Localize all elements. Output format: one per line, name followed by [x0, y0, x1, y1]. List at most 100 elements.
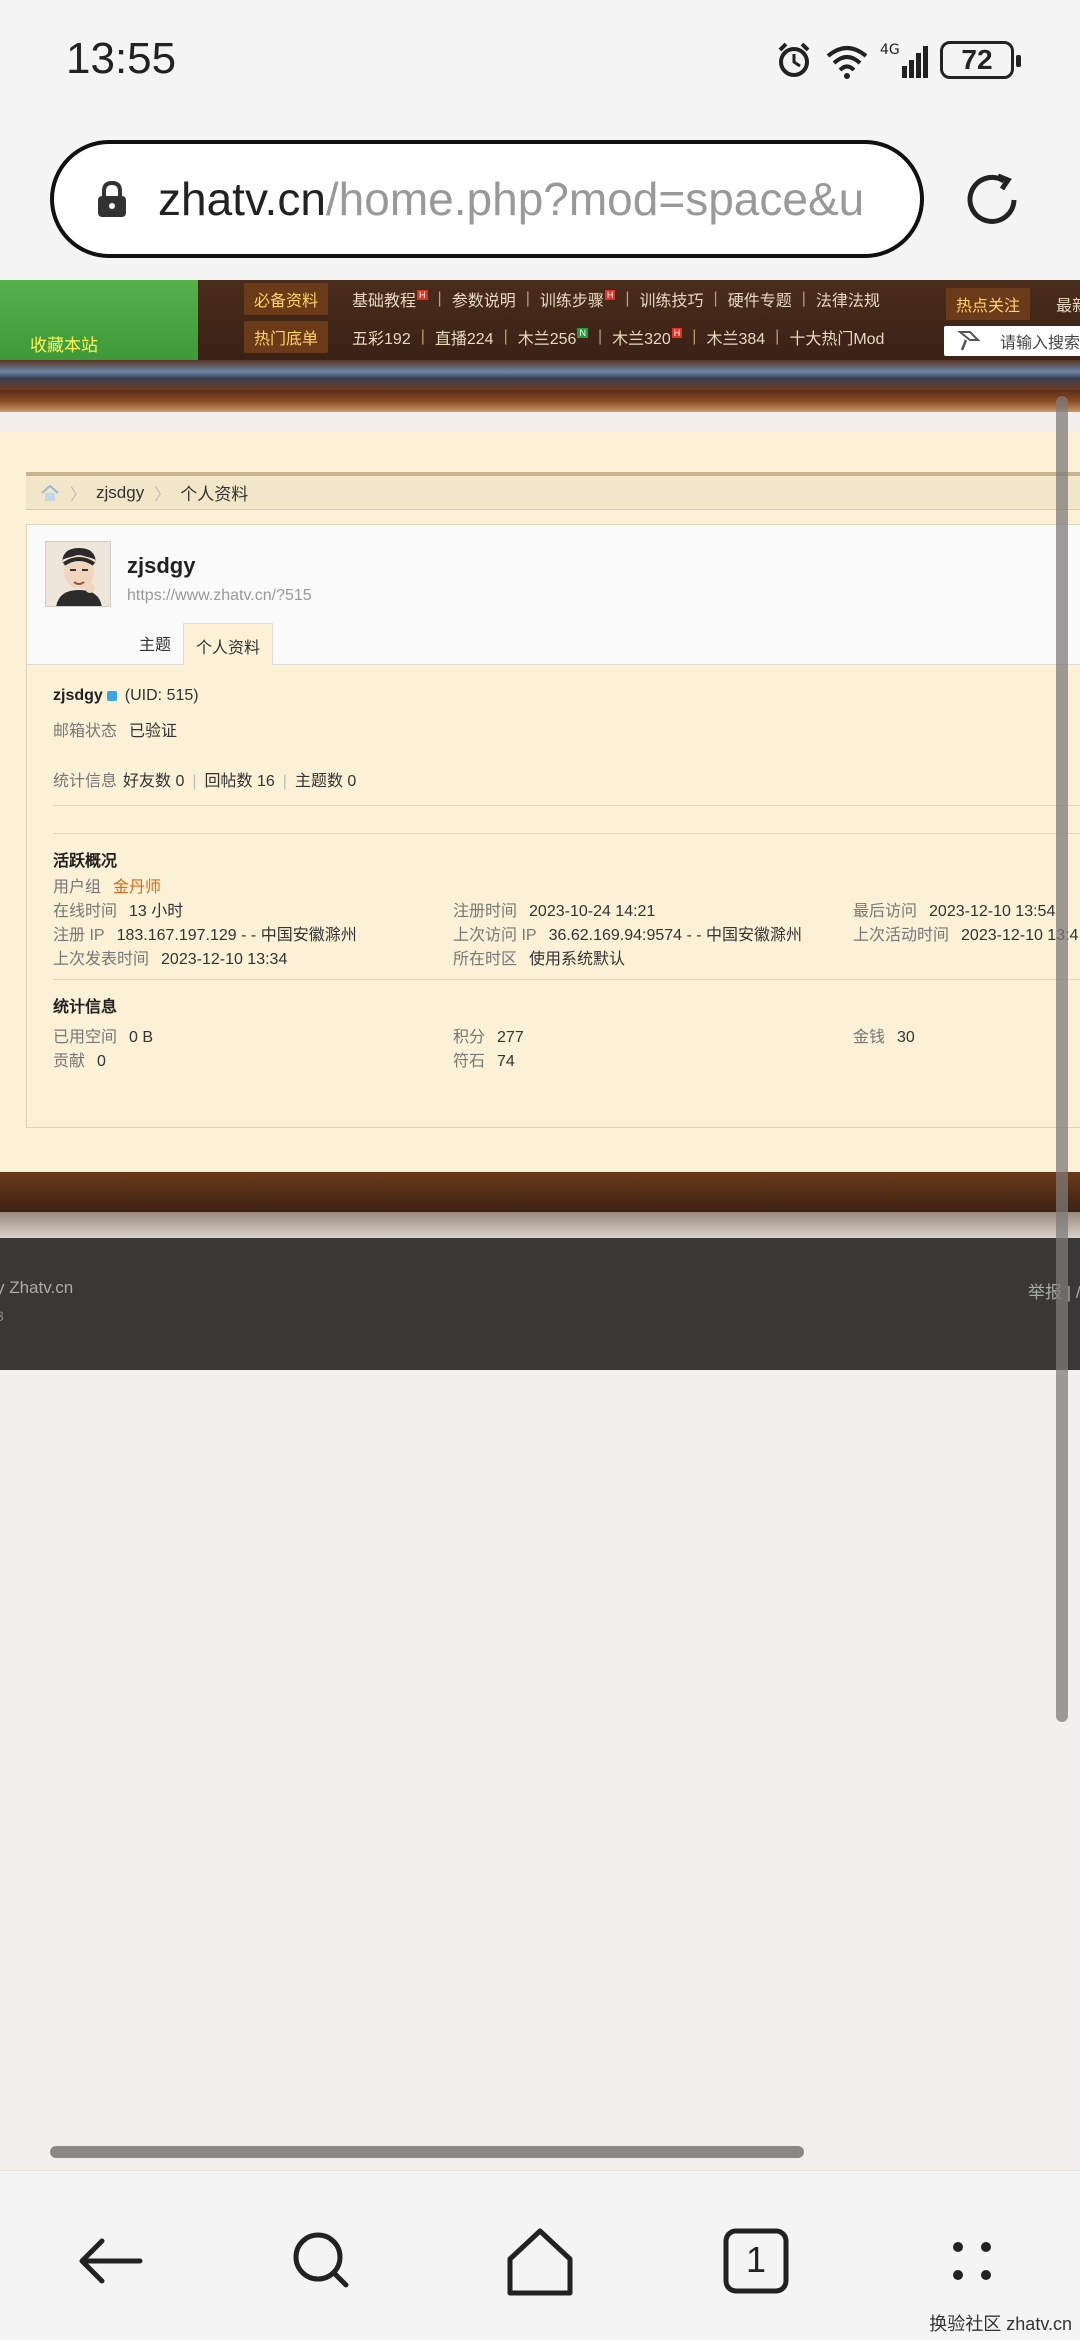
tab-threads[interactable]: 主题: [127, 621, 183, 665]
contrib-row: 贡献 0: [53, 1047, 106, 1071]
back-icon[interactable]: [68, 2221, 148, 2301]
separator: |: [775, 328, 780, 345]
nav-tag-popular: 热门底单: [244, 321, 329, 353]
tab-profile[interactable]: 个人资料: [183, 623, 274, 665]
nav-link[interactable]: 法律法规: [816, 287, 880, 311]
last-post-row: 上次发表时间 2023-12-10 13:34: [53, 945, 287, 969]
home-icon[interactable]: [500, 2221, 580, 2301]
nav-row-essentials: 必备资料 基础教程 H | 参数说明 | 训练步骤 H | 训练技巧 | 硬件专题 …: [244, 283, 880, 315]
footer-powered[interactable]: y Zhatv.cn: [0, 1278, 73, 1298]
nav-tag-essentials: 必备资料: [244, 283, 329, 315]
profile-panel: zjsdgy https://www.zhatv.cn/?515 主题 个人资料…: [26, 524, 1080, 1128]
search-icon[interactable]: [282, 2221, 362, 2301]
profile-name: zjsdgy: [53, 687, 103, 704]
nav-link[interactable]: 硬件专题: [728, 287, 792, 311]
separator: |: [597, 328, 603, 345]
footer-report[interactable]: 举报 | /: [1028, 1278, 1080, 1303]
group-label: 用户组: [53, 879, 102, 896]
reload-icon[interactable]: [960, 168, 1024, 232]
group-value[interactable]: 金丹师: [113, 879, 161, 896]
home-icon[interactable]: [40, 484, 60, 502]
last-visit-row: 最后访问 2023-12-10 13:54: [853, 897, 1055, 921]
svg-text:4G: 4G: [880, 42, 900, 58]
profile-header: zjsdgy https://www.zhatv.cn/?515 主题 个人资料: [27, 525, 1080, 665]
site-search[interactable]: 请输入搜索: [944, 326, 1080, 356]
group-row: 用户组 金丹师: [53, 873, 161, 897]
nav-link[interactable]: 基础教程 H: [352, 287, 428, 311]
wifi-icon: [826, 46, 868, 79]
breadcrumb-user[interactable]: zjsdgy: [96, 483, 144, 503]
stats-row: 统计信息 好友数 0 | 回帖数 16 | 主题数 0: [53, 767, 356, 791]
lock-icon: [98, 180, 126, 217]
activity-title: 活跃概况: [53, 853, 118, 870]
points-label: 积分: [453, 1029, 486, 1046]
nav-link[interactable]: 十大热门Mod: [789, 325, 884, 349]
friends-count[interactable]: 好友数 0: [123, 773, 184, 790]
nav-link[interactable]: 直播224: [435, 325, 494, 349]
space-label: 已用空间: [53, 1029, 118, 1046]
separator: |: [437, 290, 442, 307]
avatar[interactable]: [45, 541, 111, 607]
online-row: 在线时间 13 小时: [53, 897, 183, 921]
nav-link[interactable]: 木兰384: [706, 325, 765, 349]
separator: |: [713, 290, 718, 307]
breadcrumb-current: 个人资料: [180, 485, 249, 504]
money-value: 30: [897, 1029, 915, 1046]
nav-link-latest[interactable]: 最新: [1056, 292, 1080, 316]
email-value: 已验证: [129, 723, 178, 740]
reg-ip-label: 注册 IP: [53, 927, 105, 944]
reg-time-label: 注册时间: [453, 903, 518, 920]
separator: |: [420, 328, 425, 345]
nav-link[interactable]: 参数说明: [452, 287, 516, 311]
contrib-value: 0: [97, 1053, 106, 1070]
email-label: 邮箱状态: [53, 723, 118, 740]
contrib-label: 贡献: [53, 1053, 86, 1070]
money-row: 金钱 30: [853, 1023, 915, 1047]
footer-banner: [0, 1212, 1080, 1238]
nav-link[interactable]: 五彩192: [352, 325, 411, 349]
status-bar: 13:55 4G 72: [0, 0, 1080, 120]
tabs-button[interactable]: 1: [716, 2221, 796, 2301]
status-icons: 4G 72: [774, 36, 1021, 84]
nav-link[interactable]: 训练步骤 H: [540, 287, 616, 311]
last-ip-value: 36.62.169.94:9574 - - 中国安徽滁州: [548, 927, 803, 944]
last-post-label: 上次发表时间: [53, 951, 150, 968]
breadcrumb-separator: 〉: [70, 486, 87, 504]
breadcrumb: 〉 zjsdgy 〉 个人资料: [26, 472, 1080, 510]
threads-count[interactable]: 主题数 0: [295, 773, 356, 790]
online-value: 13 小时: [129, 903, 184, 920]
space-row: 已用空间 0 B: [53, 1023, 153, 1047]
vertical-scrollbar[interactable]: [1056, 396, 1068, 1722]
reg-time-row: 注册时间 2023-10-24 14:21: [453, 897, 655, 921]
stats-title: 统计信息: [53, 999, 118, 1016]
separator: |: [192, 773, 197, 790]
profile-link[interactable]: https://www.zhatv.cn/?515: [127, 587, 312, 605]
separator: |: [692, 328, 697, 345]
separator: |: [625, 290, 630, 307]
nav-link[interactable]: 木兰320 H: [612, 325, 683, 349]
reg-ip-value: 183.167.197.129 - - 中国安徽滁州: [116, 927, 357, 944]
reg-ip-row: 注册 IP 183.167.197.129 - - 中国安徽滁州: [53, 921, 357, 945]
divider: [53, 979, 1080, 980]
online-label: 在线时间: [53, 903, 118, 920]
clock: 13:55: [66, 34, 177, 83]
horizontal-scrollbar[interactable]: [50, 2146, 804, 2158]
footer-year: 3: [0, 1308, 4, 1324]
watermark: 换验社区 zhatv.cn: [929, 2314, 1072, 2334]
timezone-label: 所在时区: [453, 951, 518, 968]
web-page: 收藏本站 必备资料 基础教程 H | 参数说明 | 训练步骤 H | 训练技巧 | …: [0, 280, 1080, 2170]
address-bar[interactable]: zhatv.cn /home.php?mod=space&u: [50, 140, 924, 258]
divider: [53, 805, 1080, 806]
footer-wood-band: [0, 1172, 1080, 1212]
menu-icon[interactable]: [932, 2221, 1012, 2301]
replies-count[interactable]: 回帖数 16: [205, 773, 275, 790]
favorite-link[interactable]: 收藏本站: [30, 331, 98, 356]
stone-row: 符石 74: [453, 1047, 515, 1071]
nav-link[interactable]: 木兰256 N: [518, 325, 588, 349]
nav-link[interactable]: 训练技巧: [640, 287, 704, 311]
nav-tag-hot: 热点关注: [946, 288, 1031, 320]
points-value: 277: [497, 1029, 524, 1046]
site-nav-left: 收藏本站: [0, 280, 198, 360]
timezone-value: 使用系统默认: [529, 951, 626, 968]
cellular-signal-icon: 4G: [880, 42, 928, 78]
